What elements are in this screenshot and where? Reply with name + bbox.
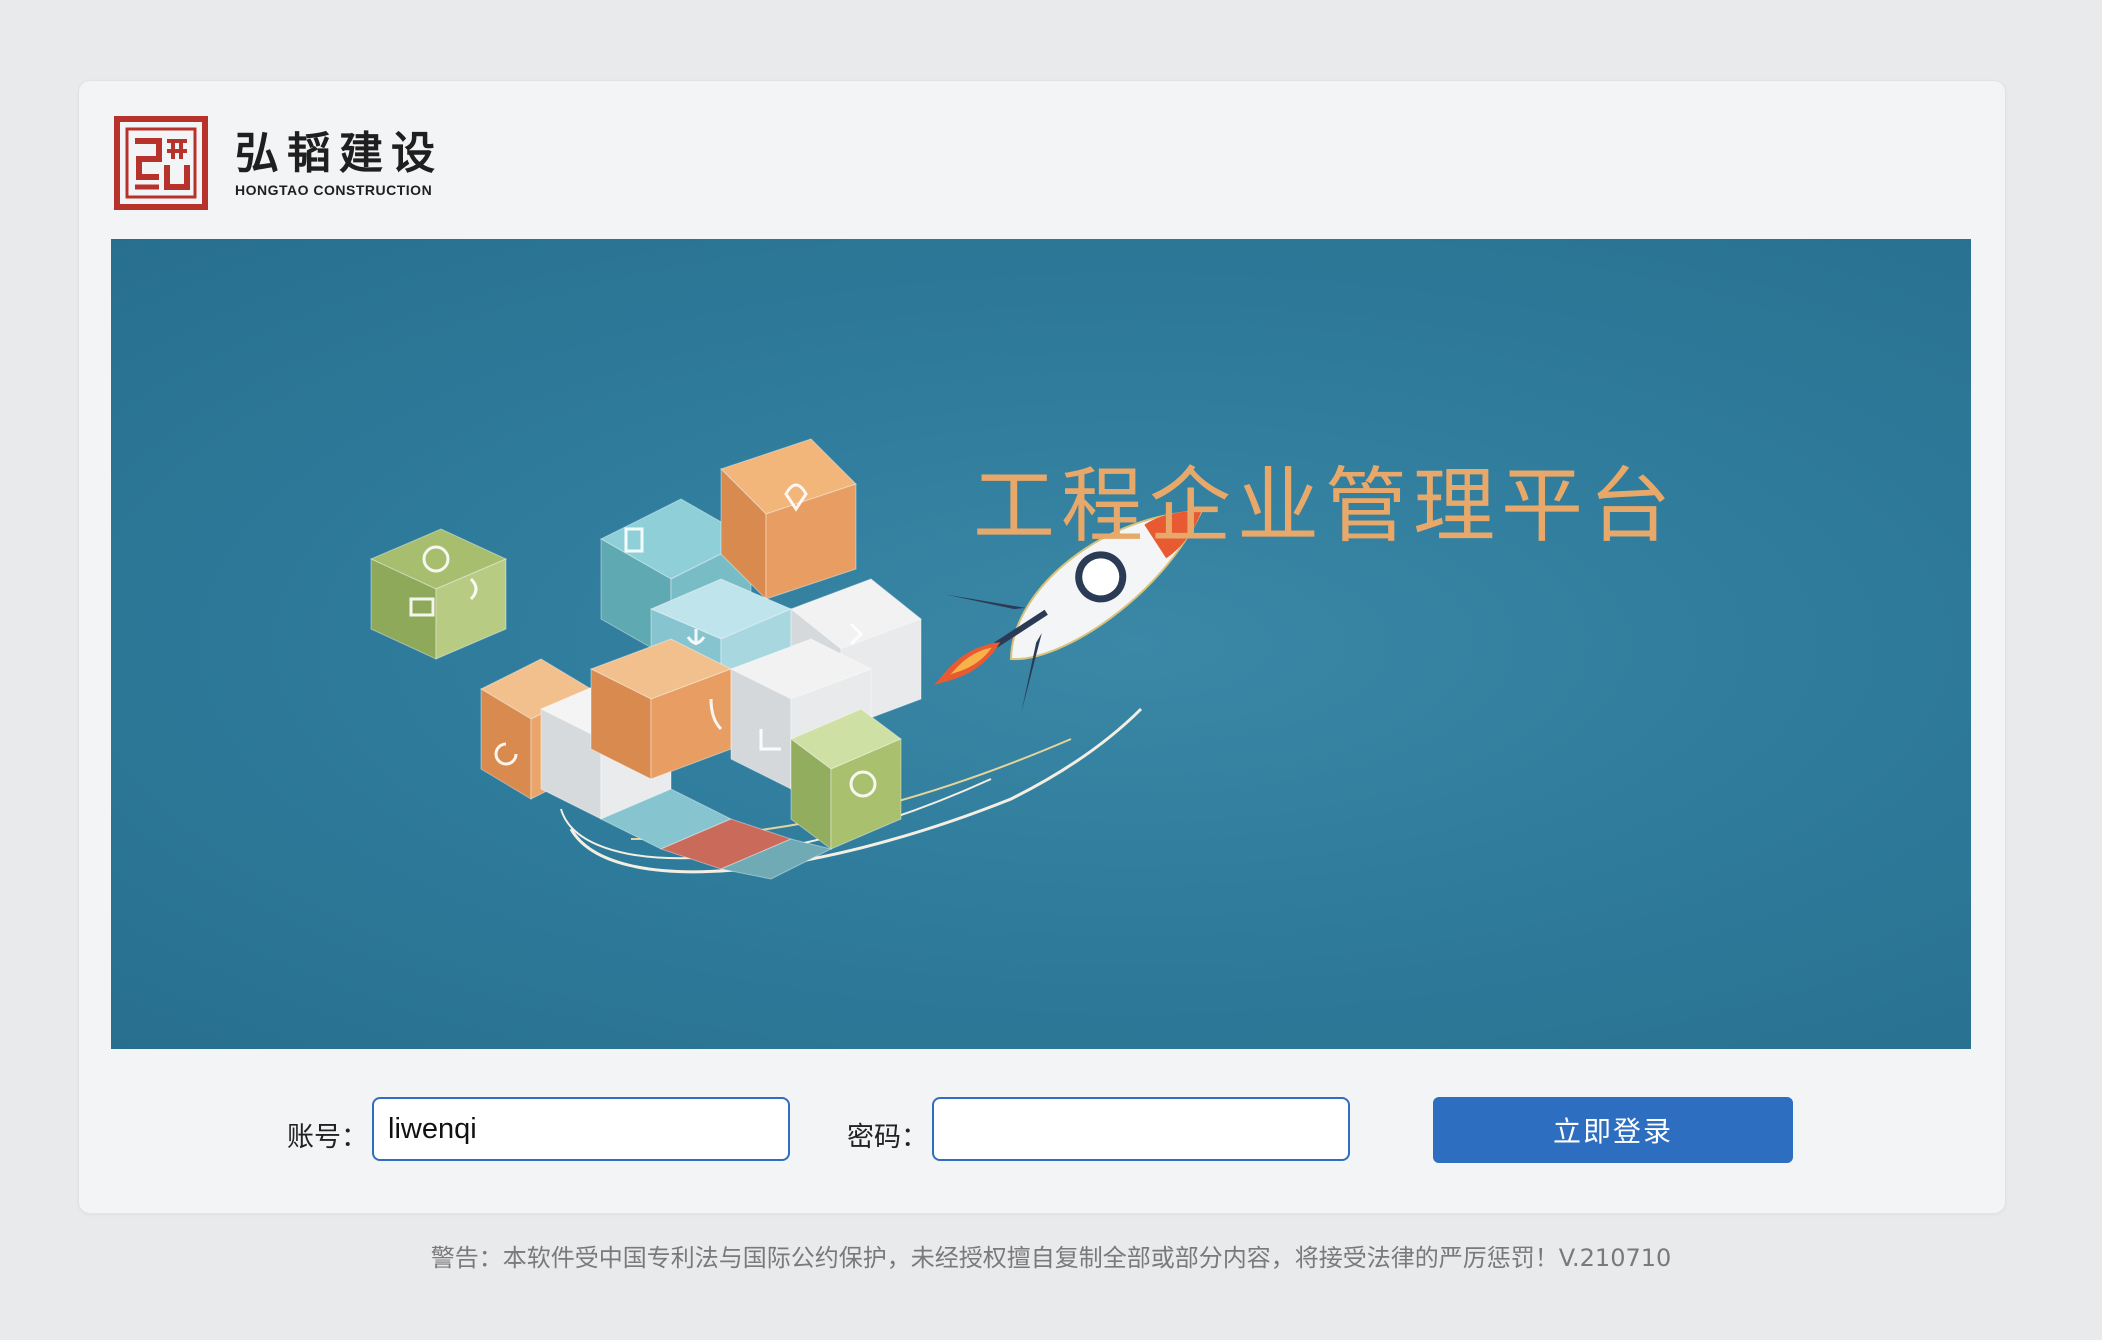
brand-logo: 弘韬建设 HONGTAO CONSTRUCTION — [113, 115, 443, 211]
password-input[interactable] — [932, 1097, 1350, 1161]
banner-title: 工程企业管理平台 — [973, 459, 1678, 554]
brand-seal-icon — [114, 116, 208, 210]
account-label: 账号： — [287, 1122, 368, 1153]
rubiks-cube-rocket-illustration — [369, 438, 1203, 880]
login-button[interactable]: 立即登录 — [1433, 1097, 1793, 1163]
cube-cluster — [369, 438, 922, 880]
login-form: 账号： 密码： 立即登录 — [79, 1097, 2005, 1167]
brand-name-en: HONGTAO CONSTRUCTION — [235, 182, 433, 198]
brand-name-cn: 弘韬建设 — [235, 128, 443, 179]
copyright-notice: 警告：本软件受中国专利法与国际公约保护，未经授权擅自复制全部或部分内容，将接受法… — [430, 1244, 1672, 1272]
hero-banner: 工程企业管理平台 — [111, 239, 1971, 1049]
account-input[interactable] — [372, 1097, 790, 1161]
login-card: 弘韬建设 HONGTAO CONSTRUCTION 工程企业管理平台 账号： l… — [78, 80, 2006, 1214]
password-label: 密码： — [847, 1122, 928, 1153]
